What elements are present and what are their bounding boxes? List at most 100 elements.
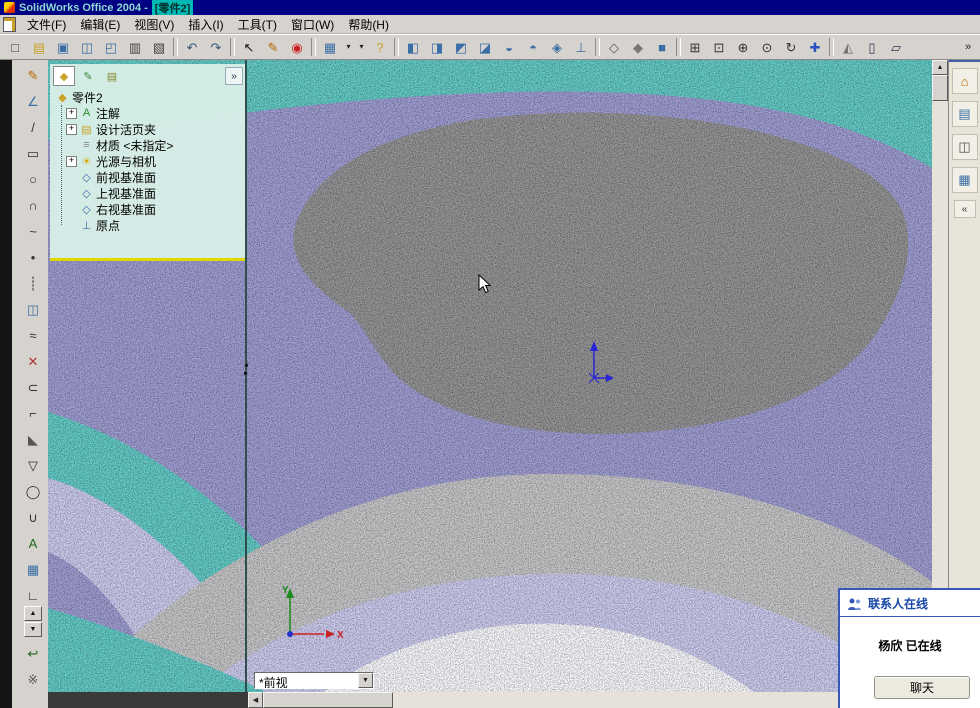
tree-item-material[interactable]: ≡ 材质 <未指定> <box>66 137 244 153</box>
window-tile-button[interactable]: ▯ <box>860 35 884 59</box>
convert-entities-tool[interactable]: ⊂ <box>20 374 46 400</box>
view-palette-button[interactable]: ▦ <box>951 167 978 193</box>
section-view-button[interactable]: ◭ <box>836 35 860 59</box>
tree-expander-icon[interactable]: + <box>66 107 77 119</box>
normal-to-button[interactable]: ⊥ <box>569 35 593 59</box>
grid-button[interactable]: ▦ <box>318 35 342 59</box>
grid-dropdown[interactable]: ▾ <box>342 35 355 59</box>
line-tool[interactable]: / <box>20 114 46 140</box>
tree-item-top-plane[interactable]: ◇ 上视基准面 <box>66 185 244 201</box>
back-view-button[interactable]: ◨ <box>425 35 449 59</box>
menu-insert[interactable]: 插入(I) <box>181 14 230 35</box>
vertical-scroll-thumb[interactable] <box>932 75 948 101</box>
design-library-button[interactable]: ▤ <box>951 101 978 127</box>
tree-item-part-root[interactable]: ◆ 零件2 <box>54 89 244 105</box>
make-drawing-button[interactable]: ◫ <box>75 35 99 59</box>
menu-edit[interactable]: 编辑(E) <box>73 14 127 35</box>
print-button[interactable]: ▥ <box>123 35 147 59</box>
centerline-tool[interactable]: ┊ <box>20 270 46 296</box>
undo-button[interactable]: ↶ <box>180 35 204 59</box>
view-settings-dropdown[interactable]: ▾ <box>355 35 368 59</box>
menu-file[interactable]: 文件(F) <box>20 14 73 35</box>
measure-tool[interactable]: ∟ <box>20 582 46 608</box>
rotate-view-button[interactable]: ↻ <box>779 35 803 59</box>
view-orientation-combobox[interactable]: *前视 ▼ <box>254 672 374 689</box>
file-explorer-button[interactable]: ◫ <box>951 134 978 160</box>
task-pane-collapse-button[interactable]: « <box>953 200 976 218</box>
arc-tool[interactable]: ∩ <box>20 192 46 218</box>
select-tool-button[interactable]: ↖ <box>237 35 261 59</box>
ellipse-tool[interactable]: ◯ <box>20 478 46 504</box>
horizontal-scroll-thumb[interactable] <box>263 692 393 708</box>
chat-button[interactable]: 聊天 <box>874 676 970 699</box>
toolbar-scroll-up-button[interactable]: ▲ <box>24 606 42 621</box>
point-tool[interactable]: • <box>20 244 46 270</box>
rectangle-tool[interactable]: ▭ <box>20 140 46 166</box>
make-assembly-button[interactable]: ◰ <box>99 35 123 59</box>
open-button[interactable]: ▤ <box>27 35 51 59</box>
zoom-fit-button[interactable]: ⊞ <box>683 35 707 59</box>
tree-item-annotations[interactable]: + A 注解 <box>66 105 244 121</box>
fillet-tool[interactable]: ⌐ <box>20 400 46 426</box>
tree-expander-icon[interactable]: + <box>66 123 77 135</box>
trim-tool[interactable]: ✕ <box>20 348 46 374</box>
isometric-view-button[interactable]: ◈ <box>545 35 569 59</box>
zoom-selection-button[interactable]: ⊙ <box>755 35 779 59</box>
horizontal-scrollbar[interactable]: ◀ ▶ <box>248 692 932 708</box>
menu-tools[interactable]: 工具(T) <box>231 14 284 35</box>
splitter-collapse-left-icon[interactable]: ◄ <box>243 362 249 370</box>
window-cascade-button[interactable]: ▱ <box>884 35 908 59</box>
scroll-left-button[interactable]: ◀ <box>248 692 263 708</box>
tree-item-design-binder[interactable]: + ▤ 设计活页夹 <box>66 121 244 137</box>
tab-propertymanager[interactable]: ✎ <box>77 66 99 86</box>
view-orientation-dropdown-button[interactable]: ▼ <box>358 673 373 688</box>
exit-sketch-tool[interactable]: ↩ <box>20 640 46 666</box>
menu-help[interactable]: 帮助(H) <box>341 14 396 35</box>
zoom-area-button[interactable]: ⊡ <box>707 35 731 59</box>
print-preview-button[interactable]: ▧ <box>147 35 171 59</box>
tree-item-origin[interactable]: ⊥ 原点 <box>66 217 244 233</box>
tree-item-right-plane[interactable]: ◇ 右视基准面 <box>66 201 244 217</box>
bottom-view-button[interactable]: ◓ <box>521 35 545 59</box>
toolbar-overflow-button[interactable]: » <box>960 36 976 58</box>
right-view-button[interactable]: ◪ <box>473 35 497 59</box>
dimension-tool[interactable]: ∠ <box>20 88 46 114</box>
shaded-button[interactable]: ■ <box>650 35 674 59</box>
zoom-in-out-button[interactable]: ⊕ <box>731 35 755 59</box>
tree-expander-icon[interactable]: + <box>66 155 77 167</box>
rebuild-button[interactable]: ◉ <box>285 35 309 59</box>
offset-tool[interactable]: ≈ <box>20 322 46 348</box>
mirror-tool[interactable]: ◫ <box>20 296 46 322</box>
new-button[interactable]: □ <box>3 35 27 59</box>
toolbar-scroll-down-button[interactable]: ▼ <box>24 622 42 637</box>
text-tool[interactable]: A <box>20 530 46 556</box>
circle-tool[interactable]: ○ <box>20 166 46 192</box>
top-view-button[interactable]: ◒ <box>497 35 521 59</box>
front-view-button[interactable]: ◧ <box>401 35 425 59</box>
left-view-button[interactable]: ◩ <box>449 35 473 59</box>
redo-button[interactable]: ↷ <box>204 35 228 59</box>
tab-featuremanager[interactable]: ◆ <box>53 66 75 86</box>
scroll-up-button[interactable]: ▲ <box>932 60 948 75</box>
document-icon[interactable] <box>3 16 16 32</box>
menu-window[interactable]: 窗口(W) <box>284 14 341 35</box>
chamfer-tool[interactable]: ◣ <box>20 426 46 452</box>
panel-splitter-arrows[interactable]: ◄ ► <box>241 362 251 378</box>
menu-view[interactable]: 视图(V) <box>127 14 181 35</box>
tool-options[interactable]: ※ <box>20 666 46 692</box>
hidden-lines-button[interactable]: ◆ <box>626 35 650 59</box>
solidworks-resources-button[interactable]: ⌂ <box>951 68 978 94</box>
sketch-tool[interactable]: ✎ <box>20 62 46 88</box>
wireframe-button[interactable]: ◇ <box>602 35 626 59</box>
sketch-button[interactable]: ✎ <box>261 35 285 59</box>
tree-item-front-plane[interactable]: ◇ 前视基准面 <box>66 169 244 185</box>
grid-snap-tool[interactable]: ▦ <box>20 556 46 582</box>
panel-expand-button[interactable]: » <box>225 67 243 85</box>
pan-button[interactable]: ✚ <box>803 35 827 59</box>
tab-configurationmanager[interactable]: ▤ <box>101 66 123 86</box>
save-button[interactable]: ▣ <box>51 35 75 59</box>
tree-item-lights-cameras[interactable]: + ☀ 光源与相机 <box>66 153 244 169</box>
help-button[interactable]: ? <box>368 35 392 59</box>
polygon-tool[interactable]: ▽ <box>20 452 46 478</box>
spline-tool[interactable]: ~ <box>20 218 46 244</box>
